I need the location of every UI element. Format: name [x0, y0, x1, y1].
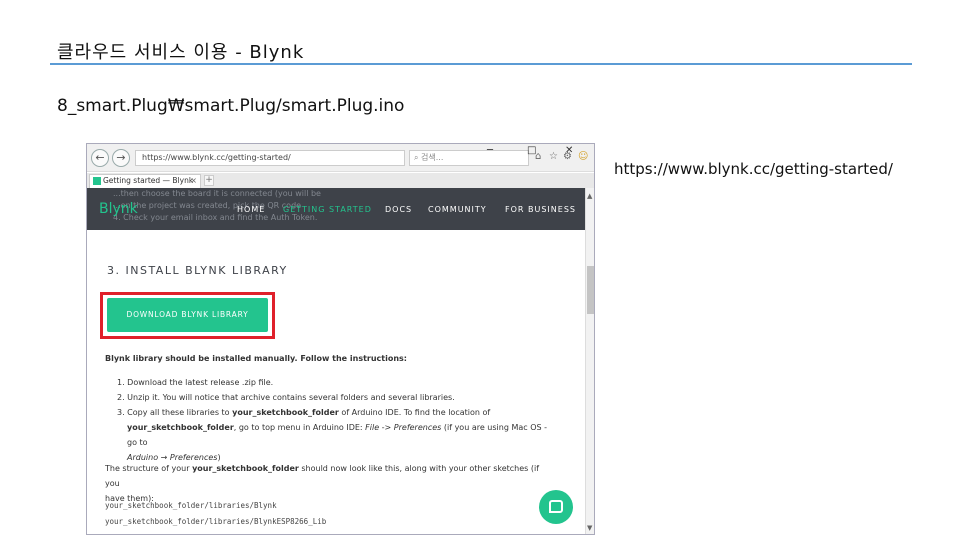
browser-toolbar: ← → https://www.blynk.cc/getting-started…: [87, 144, 594, 172]
nav-community[interactable]: COMMUNITY: [428, 205, 487, 214]
code-line: your_sketchbook_folder/libraries/BlynkES…: [105, 517, 327, 526]
nav-for-business[interactable]: FOR BUSINESS: [505, 205, 576, 214]
tab-bar: Getting started — Blynk × +: [87, 173, 594, 188]
chat-button[interactable]: [539, 490, 573, 524]
nav-getting-started[interactable]: GETTING STARTED: [283, 205, 372, 214]
tab-getting-started[interactable]: Getting started — Blynk ×: [89, 174, 201, 188]
folder-structure-code: your_sketchbook_folder/libraries/Blynk y…: [105, 498, 326, 530]
scroll-up-icon[interactable]: ▲: [587, 192, 592, 200]
install-note: Blynk library should be installed manual…: [105, 354, 407, 363]
step-1: 1. Download the latest release .zip file…: [117, 378, 274, 387]
back-arrow-icon: ←: [95, 151, 105, 164]
page-content: 3. INSTALL BLYNK LIBRARY DOWNLOAD BLYNK …: [87, 230, 585, 534]
blynk-favicon-icon: [93, 177, 101, 185]
forward-button[interactable]: →: [112, 149, 130, 167]
scrolled-text-line: ...on the project was created, pick the …: [113, 201, 302, 210]
scrollbar-thumb[interactable]: [587, 266, 594, 314]
back-button[interactable]: ←: [91, 149, 109, 167]
step-2: 2. Unzip it. You will notice that archiv…: [117, 393, 455, 402]
tab-close-icon[interactable]: ×: [190, 175, 197, 187]
close-window-icon[interactable]: ✕: [565, 145, 573, 156]
page-scrollbar[interactable]: ▲ ▼: [585, 188, 594, 534]
search-icon: ⌕: [414, 153, 419, 162]
new-tab-button[interactable]: +: [204, 175, 214, 186]
title-divider: [50, 63, 912, 65]
code-line: your_sketchbook_folder/libraries/Blynk: [105, 501, 277, 510]
nav-docs[interactable]: DOCS: [385, 205, 412, 214]
step-3: 3. Copy all these libraries to your_sket…: [117, 408, 491, 417]
nav-home[interactable]: HOME: [237, 205, 265, 214]
tab-title: Getting started — Blynk: [103, 176, 194, 185]
file-path: 8_smart.Plug₩smart.Plug/smart.Plug.ino: [57, 96, 405, 116]
step-3-cont: your_sketchbook_folder, go to top menu i…: [127, 423, 547, 447]
browser-screenshot: ← → https://www.blynk.cc/getting-started…: [86, 143, 595, 535]
site-navbar: ...then choose the board it is connected…: [87, 188, 585, 230]
scroll-down-icon[interactable]: ▼: [587, 524, 592, 532]
minimize-icon[interactable]: ─: [487, 145, 493, 156]
blynk-logo[interactable]: Blynk: [99, 201, 138, 217]
url-caption: https://www.blynk.cc/getting-started/: [614, 160, 893, 178]
scrolled-text-line: ...then choose the board it is connected…: [113, 189, 321, 198]
favorites-star-icon[interactable]: ☆: [549, 151, 558, 162]
slide-title: 클라우드 서비스 이용 - Blynk: [57, 42, 305, 63]
address-bar[interactable]: https://www.blynk.cc/getting-started/: [135, 150, 405, 166]
maximize-icon[interactable]: □: [527, 145, 536, 156]
install-steps: 1. Download the latest release .zip file…: [117, 375, 557, 465]
forward-arrow-icon: →: [116, 151, 126, 164]
search-placeholder: 검색...: [421, 153, 444, 162]
chat-icon: [549, 500, 563, 513]
feedback-smiley-icon[interactable]: ☺: [578, 151, 588, 162]
step-heading: 3. INSTALL BLYNK LIBRARY: [107, 264, 288, 277]
download-library-button[interactable]: DOWNLOAD BLYNK LIBRARY: [107, 298, 268, 332]
search-input[interactable]: ⌕ 검색...: [409, 150, 529, 166]
